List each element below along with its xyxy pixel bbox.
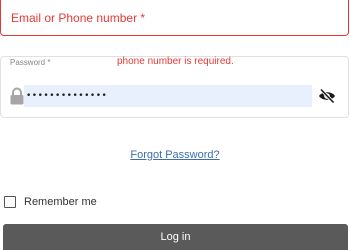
password-label: Password * [10, 58, 51, 67]
forgot-password-link[interactable]: Forgot Password? [0, 149, 350, 161]
remember-me-checkbox[interactable] [4, 196, 16, 208]
eye-slash-icon[interactable] [318, 88, 336, 104]
remember-me-option[interactable]: Remember me [4, 195, 97, 209]
email-phone-label: Email or Phone number * [11, 11, 146, 25]
validation-error-message: phone number is required. [117, 56, 234, 67]
remember-me-label: Remember me [24, 196, 97, 208]
password-input[interactable] [24, 85, 312, 107]
lock-icon [9, 87, 25, 105]
login-button[interactable]: Log in [3, 224, 348, 250]
